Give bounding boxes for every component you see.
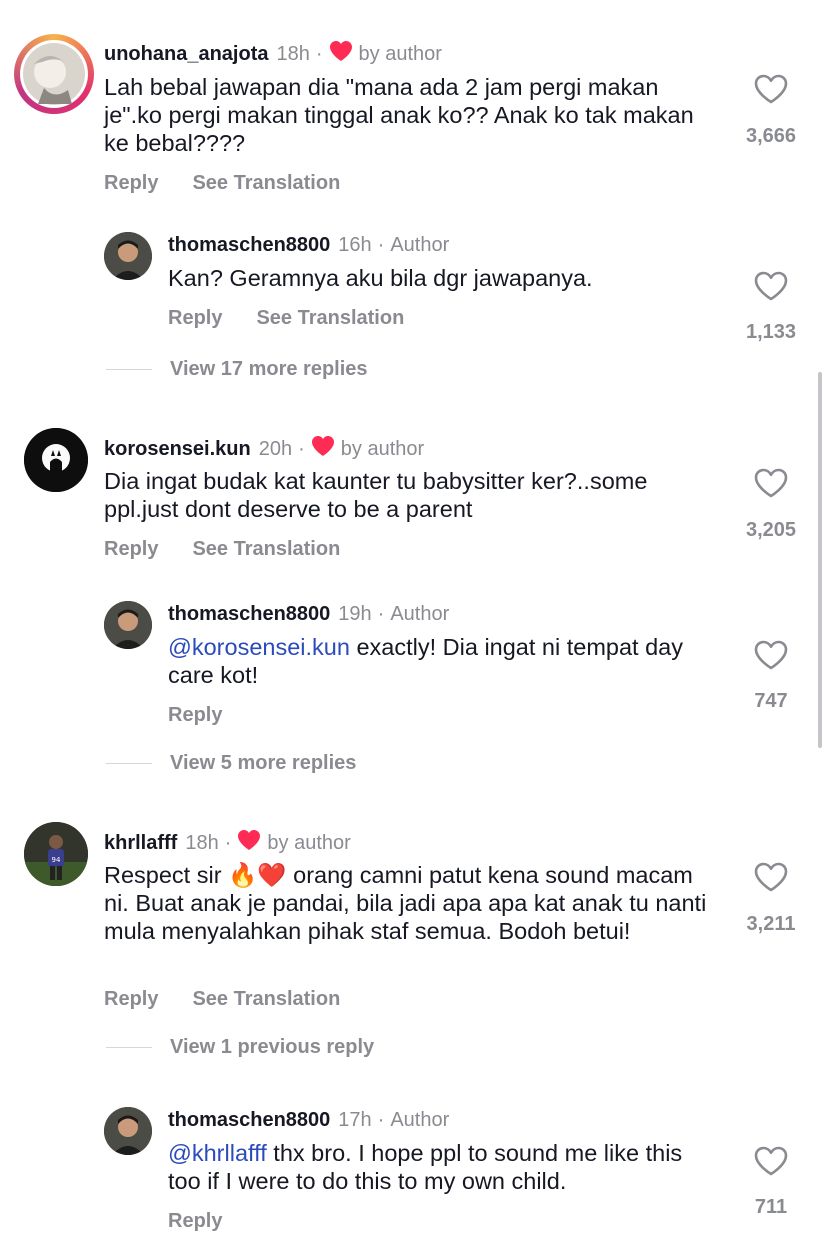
like-count: 3,666 (745, 125, 797, 147)
reply-actions: Reply See Translation (168, 307, 438, 330)
like-count: 3,205 (745, 519, 797, 541)
reply-meta: thomaschen8800 17h · Author (168, 1109, 449, 1132)
comment-time: 18h (185, 831, 219, 854)
comment-body-start: Respect sir (104, 862, 229, 888)
view-more-replies-button[interactable]: View 5 more replies (106, 752, 356, 775)
comment-meta: khrllafff 18h · by author (104, 829, 351, 857)
comment-meta: unohana_anajota 18h · by author (104, 40, 442, 68)
reply-button[interactable]: Reply (104, 538, 158, 561)
avatar[interactable] (24, 428, 88, 492)
avatar[interactable] (104, 232, 152, 280)
like-count: 747 (754, 690, 788, 712)
view-more-label: View 5 more replies (170, 752, 357, 774)
username[interactable]: thomaschen8800 (168, 603, 330, 626)
liked-by-author-badge: by author (340, 437, 425, 460)
separator-dot: · (224, 831, 232, 854)
like-heart-icon[interactable] (754, 74, 788, 104)
view-more-label: View 17 more replies (170, 358, 368, 380)
reply-actions: Reply (168, 704, 256, 727)
comment-actions: Reply See Translation (104, 538, 374, 561)
like-count: 711 (754, 1196, 788, 1218)
username[interactable]: khrllafff (104, 832, 177, 855)
view-more-replies-button[interactable]: View 17 more replies (106, 358, 368, 381)
reply-meta: thomaschen8800 19h · Author (168, 603, 449, 626)
like-count: 1,133 (745, 321, 797, 343)
comment-text: Respect sir 🔥❤️ orang camni patut kena s… (104, 861, 724, 945)
like-heart-icon[interactable] (754, 640, 788, 670)
comment-time: 20h (258, 437, 293, 460)
author-badge: Author (390, 1109, 450, 1131)
user-mention-link[interactable]: @khrllafff (168, 1140, 267, 1166)
username[interactable]: korosensei.kun (104, 438, 251, 461)
liked-by-author-badge: by author (267, 831, 351, 854)
heart-icon (237, 829, 261, 857)
see-translation-button[interactable]: See Translation (192, 172, 340, 195)
comment-text: Lah bebal jawapan dia "mana ada 2 jam pe… (104, 74, 694, 156)
view-previous-reply-button[interactable]: View 1 previous reply (106, 1036, 374, 1059)
comment-time: 19h (338, 603, 372, 625)
divider-line (106, 763, 152, 764)
avatar[interactable] (14, 34, 94, 114)
liked-by-author-badge: by author (358, 42, 442, 65)
reply-meta: thomaschen8800 16h · Author (168, 234, 449, 257)
separator-dot: · (298, 437, 305, 460)
author-badge: Author (390, 234, 450, 256)
comment-time: 17h (338, 1109, 372, 1131)
like-heart-icon[interactable] (754, 862, 788, 892)
comment-time: 18h (276, 42, 310, 65)
reply-text: Kan? Geramnya aku bila dgr jawapanya. (168, 265, 593, 291)
scrollbar-thumb[interactable] (818, 372, 822, 748)
emoji: 🔥❤️ (228, 862, 287, 888)
svg-text:94: 94 (52, 856, 61, 864)
reply-button[interactable]: Reply (168, 1210, 222, 1233)
user-mention-link[interactable]: @korosensei.kun (168, 634, 350, 660)
like-heart-icon[interactable] (754, 468, 788, 498)
separator-dot: · (377, 1109, 385, 1131)
reply-actions: Reply (168, 1210, 256, 1233)
username[interactable]: thomaschen8800 (168, 234, 330, 257)
see-translation-button[interactable]: See Translation (192, 538, 340, 561)
comment-text: Dia ingat budak kat kaunter tu babysitte… (104, 468, 648, 522)
heart-icon (311, 435, 335, 463)
reply-button[interactable]: Reply (104, 172, 158, 195)
avatar[interactable] (104, 1107, 152, 1155)
divider-line (106, 369, 152, 370)
like-heart-icon[interactable] (754, 1146, 788, 1176)
see-translation-button[interactable]: See Translation (192, 988, 340, 1011)
view-more-label: View 1 previous reply (170, 1036, 375, 1058)
comment-actions: Reply See Translation (104, 988, 374, 1011)
comment-meta: korosensei.kun 20h · by author (104, 435, 424, 463)
see-translation-button[interactable]: See Translation (256, 307, 404, 330)
separator-dot: · (377, 603, 385, 625)
reply-text: @korosensei.kun exactly! Dia ingat ni te… (168, 633, 708, 689)
separator-dot: · (377, 234, 385, 256)
like-count: 3,211 (746, 913, 796, 935)
username[interactable]: unohana_anajota (104, 43, 268, 66)
reply-text: @khrllafff thx bro. I hope ppl to sound … (168, 1139, 708, 1195)
heart-icon (329, 40, 353, 68)
separator-dot: · (315, 42, 323, 65)
avatar[interactable]: 94 (24, 822, 88, 886)
avatar[interactable] (104, 601, 152, 649)
like-heart-icon[interactable] (754, 271, 788, 301)
comment-time: 16h (338, 234, 372, 256)
divider-line (106, 1047, 152, 1048)
author-badge: Author (390, 603, 450, 625)
comment-actions: Reply See Translation (104, 172, 374, 195)
reply-button[interactable]: Reply (104, 988, 158, 1011)
reply-button[interactable]: Reply (168, 704, 222, 727)
reply-button[interactable]: Reply (168, 307, 222, 330)
username[interactable]: thomaschen8800 (168, 1109, 330, 1132)
